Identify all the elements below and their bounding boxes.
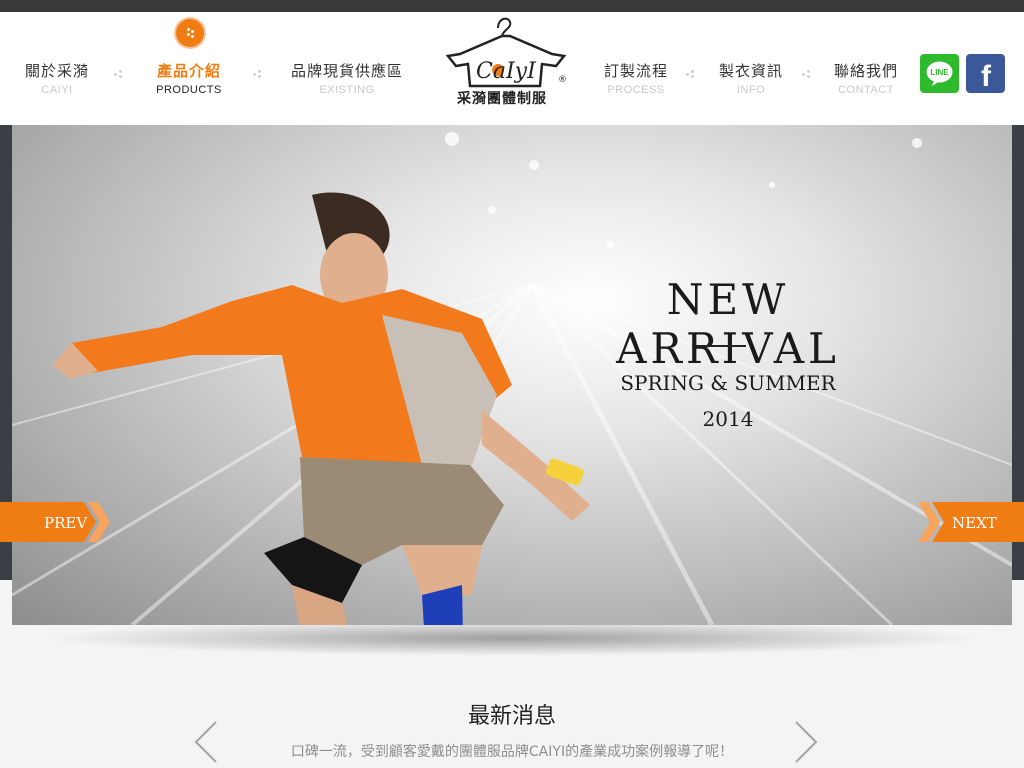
nav-item-contact[interactable]: 聯絡我們 CONTACT — [811, 60, 921, 96]
logo-brand-text: CaIyI — [476, 59, 537, 84]
nav-label-zh: 關於采漪 — [24, 62, 89, 80]
nav-label-zh: 產品介紹 — [156, 62, 221, 80]
hero-slider: NEW ARRIVAL SPRING & SUMMER 2014 — [12, 125, 1012, 625]
line-button[interactable]: LINE — [920, 54, 959, 93]
facebook-button[interactable]: f — [966, 54, 1005, 93]
line-icon: LINE — [926, 61, 953, 86]
nav-item-caiyi[interactable]: 關於采漪 CAIYI — [2, 60, 112, 96]
prev-button[interactable]: PREV — [0, 502, 112, 542]
nav-separator — [686, 69, 696, 79]
nav-item-process[interactable]: 訂製流程 PROCESS — [581, 60, 691, 96]
news-headline-link[interactable]: 口碑一流，受到顧客愛戴的團體服品牌CAIYI的產業成功案例報導了呢！ — [220, 741, 804, 761]
nav-label-en: CAIYI — [41, 84, 73, 96]
hero-subtitle: SPRING & SUMMER — [620, 371, 836, 395]
nav-item-products[interactable]: 產品介紹 PRODUCTS — [134, 60, 244, 96]
next-label: NEXT — [952, 514, 997, 532]
nav-label-zh: 訂製流程 — [603, 62, 668, 80]
nav-separator — [253, 69, 263, 79]
nav-separator — [114, 69, 124, 79]
prev-label: PREV — [44, 514, 88, 532]
nav-label-zh: 品牌現貨供應區 — [290, 62, 403, 80]
nav-label-en: CONTACT — [838, 84, 894, 96]
site-header: 關於采漪 CAIYI 產品介紹 PRODUCTS 品牌現貨供應區 EXISTIN… — [0, 12, 1024, 125]
nav-item-info[interactable]: 製衣資訊 INFO — [696, 60, 806, 96]
logo-tagline: 采漪團體制服 — [457, 91, 547, 107]
hero-shadow — [40, 620, 984, 656]
facebook-icon: f — [981, 60, 992, 93]
nav-label-zh: 製衣資訊 — [718, 62, 783, 80]
nav-label-en: PROCESS — [607, 84, 665, 96]
nav-item-existing[interactable]: 品牌現貨供應區 EXISTING — [282, 60, 412, 96]
next-button[interactable]: NEXT — [918, 502, 1024, 542]
hero-title: NEW ARRIVAL — [616, 275, 840, 373]
news-title: 最新消息 — [467, 704, 556, 729]
line-icon-label: LINE — [930, 68, 949, 77]
registered-mark: ® — [558, 75, 567, 85]
news-prev-icon[interactable] — [192, 720, 222, 764]
nav-label-en: PRODUCTS — [156, 84, 222, 96]
hero-divider — [692, 345, 746, 347]
news-next-icon[interactable] — [790, 720, 820, 764]
facebook-icon-label: f — [981, 60, 992, 93]
nav-label-zh: 聯絡我們 — [833, 62, 898, 80]
nav-label-en: EXISTING — [319, 84, 375, 96]
active-nav-indicator — [176, 19, 204, 47]
hero-year: 2014 — [702, 407, 754, 431]
nav-label-en: INFO — [736, 84, 766, 96]
model-figure-image — [52, 192, 590, 625]
